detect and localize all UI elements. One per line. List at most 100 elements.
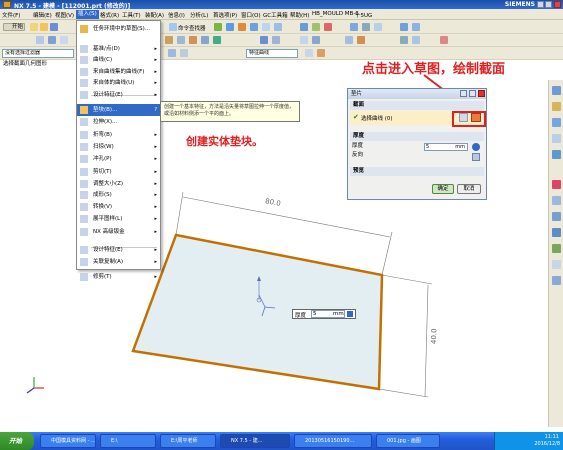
analysis-icon[interactable] — [350, 23, 358, 31]
view-icon[interactable] — [300, 23, 308, 31]
filter-select[interactable]: 没有选择过滤器 — [2, 49, 74, 58]
assembly-navigator-icon[interactable] — [552, 86, 561, 95]
revolve-icon[interactable] — [60, 36, 68, 44]
hole-icon[interactable] — [213, 36, 221, 44]
part-navigator-icon[interactable] — [552, 102, 561, 111]
insert-menu-item[interactable]: 拉伸(X)... — [77, 116, 160, 128]
display-icon[interactable] — [274, 23, 282, 31]
flat-icon[interactable] — [440, 36, 448, 44]
snap-icon[interactable] — [305, 49, 313, 57]
cancel-button[interactable]: 取消 — [457, 184, 481, 194]
dim-height-text[interactable]: 40.0 — [430, 328, 439, 344]
insert-menu-item[interactable]: 曲线(C) ▸ — [77, 54, 160, 66]
ok-button[interactable]: 确定 — [432, 184, 454, 194]
menu-file[interactable]: 文件(F) — [2, 11, 20, 19]
rebend-icon[interactable] — [412, 36, 420, 44]
reuse-library-icon[interactable] — [552, 118, 561, 127]
insert-menu-item[interactable]: 剪切(T) ▸ — [77, 166, 160, 178]
close-button[interactable] — [554, 1, 561, 8]
insert-menu-item[interactable]: 任务环境中的草图(S)... — [77, 23, 160, 35]
menu-format[interactable]: 格式(R) — [100, 11, 119, 19]
insert-menu-item[interactable]: NX 高级钣金 ▸ — [77, 226, 160, 238]
new-icon[interactable] — [30, 23, 38, 31]
view2-icon[interactable] — [374, 23, 382, 31]
tools-icon[interactable] — [552, 276, 561, 285]
green-icon[interactable] — [214, 23, 222, 31]
sheet-icon[interactable] — [260, 36, 268, 44]
select2-icon[interactable] — [180, 49, 188, 57]
reverse-direction-icon[interactable] — [472, 153, 480, 161]
menu-hb-mould[interactable]: HB_MOULD MB-6 — [312, 11, 359, 17]
start-menu-button[interactable]: 开始 — [0, 432, 34, 450]
unbend-icon[interactable] — [400, 36, 408, 44]
manufacturing-wizard-icon[interactable] — [552, 244, 561, 253]
section-header-preview[interactable]: 预览 — [350, 167, 484, 176]
dialog-collapse-icon[interactable] — [469, 90, 476, 97]
sketch-icon[interactable] — [36, 36, 44, 44]
command-finder-label[interactable]: 命令查找器 — [178, 24, 206, 32]
flange-icon[interactable] — [300, 36, 308, 44]
dim-width-text[interactable]: 80.0 — [265, 197, 282, 208]
select-icon[interactable] — [168, 49, 176, 57]
menu-tools[interactable]: 工具(T) — [122, 11, 141, 19]
chamfer-icon[interactable] — [201, 36, 209, 44]
red-icon[interactable] — [324, 23, 332, 31]
insert-menu-item[interactable]: 冲孔(P) ▸ — [77, 153, 160, 165]
menu-help[interactable]: 帮助(H) — [290, 11, 309, 19]
insert-menu-item-pad[interactable]: 垫块(B)...? — [77, 104, 160, 116]
feature-curve-select[interactable]: 特征曲线 — [246, 49, 298, 58]
start-button[interactable]: 开始 — [3, 23, 25, 31]
task-folder-teacher[interactable]: E:\周平老师 — [160, 434, 216, 448]
clock-date[interactable]: 2016/12/8 — [534, 441, 560, 447]
insert-menu-item[interactable]: 关联复制(A) ▸ — [77, 256, 160, 268]
insert-menu-item[interactable]: 设计特征(E) ▸ — [77, 89, 160, 101]
process-studio-icon[interactable] — [552, 228, 561, 237]
bend-icon[interactable] — [272, 36, 280, 44]
menu-info[interactable]: 信息(I) — [168, 11, 185, 19]
punch-icon[interactable] — [345, 36, 353, 44]
task-nx[interactable]: NX 7.5 - 建... — [220, 434, 290, 448]
render-icon[interactable] — [262, 23, 270, 31]
web-browser-icon[interactable] — [552, 134, 561, 143]
menu-analysis[interactable]: 分析(L) — [190, 11, 208, 19]
view3-icon[interactable] — [400, 23, 408, 31]
palette-icon[interactable] — [552, 196, 561, 205]
menu-gc-toolbox[interactable]: GC工具箱 — [263, 11, 288, 19]
menu-view[interactable]: 视图(V) — [55, 11, 74, 19]
extrude-icon[interactable] — [48, 36, 56, 44]
open-icon[interactable] — [40, 23, 48, 31]
section-header-section[interactable]: 截面 — [350, 101, 484, 110]
insert-menu-item[interactable]: 折弯(B) ▸ — [77, 129, 160, 141]
thickness-input[interactable]: 5 mm — [424, 143, 468, 151]
insert-menu-item[interactable]: 转换(V) ▸ — [77, 201, 160, 213]
save-icon[interactable] — [50, 23, 58, 31]
history-icon[interactable] — [552, 150, 561, 159]
onscreen-unit-dropdown-icon[interactable] — [347, 311, 353, 317]
dialog-reset-icon[interactable] — [460, 90, 467, 97]
minimize-button[interactable] — [537, 1, 544, 8]
thickness-onscreen-input[interactable]: 厚度 5 mm — [292, 309, 356, 319]
system-materials-icon[interactable] — [552, 180, 561, 189]
insert-menu-item[interactable]: 来自体的曲线(U) ▸ — [77, 77, 160, 89]
insert-menu-item[interactable]: 修剪(T) ▸ — [77, 271, 160, 283]
task-browser[interactable]: 中国模具资料网 - ... — [40, 434, 96, 448]
menu-5ug[interactable]: 十5UG — [355, 11, 372, 19]
feature-icon[interactable] — [165, 36, 173, 44]
edge-icon[interactable] — [177, 36, 185, 44]
roles-icon[interactable] — [552, 212, 561, 221]
snap2-icon[interactable] — [317, 49, 325, 57]
insert-menu-item[interactable]: 展平图样(L) ▸ — [77, 213, 160, 225]
menu-insert[interactable]: 插入(S) — [76, 10, 99, 19]
insert-menu-item[interactable]: 成形(S) ▸ — [77, 189, 160, 201]
command-finder-icon[interactable] — [169, 23, 177, 31]
task-folder-e[interactable]: E:\ — [100, 434, 156, 448]
maximize-button[interactable] — [545, 1, 552, 8]
orange-icon[interactable] — [238, 23, 246, 31]
contour-icon[interactable] — [312, 36, 320, 44]
blue-icon[interactable] — [226, 23, 234, 31]
task-image[interactable]: 20130516150190... — [294, 434, 372, 448]
blend-icon[interactable] — [189, 36, 197, 44]
menu-preferences[interactable]: 首选项(P) — [213, 11, 237, 19]
corner-icon[interactable] — [357, 36, 365, 44]
section-header-thickness[interactable]: 厚度 — [350, 132, 484, 141]
